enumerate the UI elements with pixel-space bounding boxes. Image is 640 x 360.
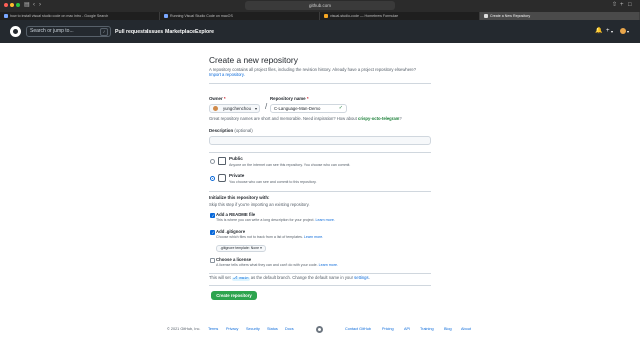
favicon-icon: [4, 14, 8, 18]
new-tab-icon[interactable]: +: [620, 1, 624, 10]
nav-pull-requests[interactable]: Pull requests: [115, 29, 148, 35]
private-radio[interactable]: [210, 176, 215, 181]
divider: [209, 273, 431, 274]
search-input[interactable]: Search or jump to... /: [26, 26, 111, 37]
default-branch-note: This will set ⎇ main as the default bran…: [209, 275, 370, 281]
license-desc: A license tells others what they can and…: [216, 263, 338, 267]
github-header: Search or jump to... / Pull requests Iss…: [0, 20, 640, 43]
repo-public-icon: [218, 157, 226, 165]
browser-chrome: ▤ ‹ › github.com ⇧ + □ how to install vi…: [0, 0, 640, 20]
avatar[interactable]: [620, 28, 626, 34]
plus-caret-icon[interactable]: ▾: [611, 28, 613, 35]
init-title: Initialize this repository with:: [209, 195, 270, 200]
private-desc: You choose who can see and commit to thi…: [229, 180, 317, 184]
owner-label: Owner *: [209, 96, 226, 101]
owner-select[interactable]: yungchenchou ▾: [209, 104, 260, 113]
footer-link-blog[interactable]: Blog: [444, 326, 452, 332]
share-icon[interactable]: ⇧: [612, 1, 617, 10]
repo-name-value: C-Language-Man-Demo: [274, 106, 321, 111]
public-desc: Anyone on the internet can see this repo…: [229, 163, 351, 167]
github-mark-icon[interactable]: [316, 326, 323, 333]
branch-name: ⎇ main: [231, 277, 250, 281]
nav-marketplace[interactable]: Marketplace: [165, 29, 195, 35]
repo-name-label: Repository name *: [270, 96, 309, 101]
repo-name-input[interactable]: C-Language-Man-Demo ✓: [270, 104, 347, 113]
bell-icon[interactable]: 🔔: [595, 28, 602, 35]
readme-desc: This is where you can write a long descr…: [216, 218, 335, 222]
search-hotkey: /: [100, 28, 108, 36]
page-title: Create a new repository: [209, 55, 298, 65]
import-repository-link[interactable]: Import a repository.: [209, 72, 245, 78]
favicon-icon: [324, 14, 328, 18]
favicon-icon: [164, 14, 168, 18]
footer-link-docs[interactable]: Docs: [285, 326, 294, 332]
close-window-icon[interactable]: [4, 3, 8, 7]
settings-link[interactable]: settings: [354, 275, 368, 280]
footer-link-api[interactable]: API: [404, 326, 410, 332]
divider: [209, 152, 431, 153]
footer-link-status[interactable]: Status: [267, 326, 278, 332]
gitignore-desc: Choose which files not to track from a l…: [216, 235, 324, 239]
github-logo-icon[interactable]: [10, 26, 21, 37]
private-title: Private: [229, 173, 245, 178]
tab-label: Create a New Repository: [490, 14, 531, 18]
footer-link-about[interactable]: About: [461, 326, 471, 332]
footer-link-contact[interactable]: Contact GitHub: [345, 326, 371, 332]
footer-link-terms[interactable]: Terms: [208, 326, 218, 332]
lock-icon: [218, 174, 226, 182]
divider: [209, 191, 431, 192]
license-learn-more[interactable]: Learn more.: [319, 263, 338, 267]
tab-bar: how to install visual studio code on mac…: [0, 12, 640, 20]
license-checkbox[interactable]: [210, 258, 215, 263]
footer-link-training[interactable]: Training: [420, 326, 434, 332]
tab-label: how to install visual studio code on mac…: [10, 14, 109, 18]
gitignore-learn-more[interactable]: Learn more.: [304, 235, 323, 239]
create-repository-button[interactable]: Create repository: [211, 291, 257, 300]
tab-overview-icon[interactable]: □: [628, 1, 632, 10]
gitignore-checkbox[interactable]: [210, 230, 215, 235]
search-placeholder: Search or jump to...: [30, 28, 74, 34]
check-icon: ✓: [338, 105, 343, 111]
address-bar[interactable]: github.com: [245, 1, 395, 10]
back-icon[interactable]: ‹: [33, 1, 35, 10]
name-suggestion[interactable]: crispy-octo-telegram: [358, 116, 399, 121]
plus-icon[interactable]: +: [606, 28, 610, 35]
public-radio[interactable]: [210, 159, 215, 164]
description-input[interactable]: [209, 136, 431, 145]
init-desc: Skip this step if you're importing an ex…: [209, 202, 310, 207]
minimize-window-icon[interactable]: [10, 3, 14, 7]
readme-checkbox[interactable]: [210, 213, 215, 218]
description-label: Description (optional): [209, 128, 253, 133]
zoom-window-icon[interactable]: [16, 3, 20, 7]
browser-tab[interactable]: visual-studio-code — Homebrew Formulae: [320, 12, 480, 20]
nav-explore[interactable]: Explore: [195, 29, 214, 35]
readme-learn-more[interactable]: Learn more.: [315, 218, 334, 222]
nav-issues[interactable]: Issues: [147, 29, 163, 35]
forward-icon[interactable]: ›: [39, 1, 41, 10]
repo-name-hint: Great repository names are short and mem…: [209, 116, 402, 121]
address-bar-row: ▤ ‹ › github.com ⇧ + □: [0, 0, 640, 11]
owner-avatar: [213, 106, 218, 111]
tab-label: Running Visual Studio Code on macOS: [170, 14, 233, 18]
footer-copyright: © 2021 GitHub, Inc.: [167, 327, 201, 331]
owner-repo-separator: /: [265, 102, 268, 111]
owner-value: yungchenchou: [223, 106, 251, 111]
divider: [209, 285, 431, 286]
sidebar-icon[interactable]: ▤: [24, 1, 30, 10]
tab-label: visual-studio-code — Homebrew Formulae: [330, 14, 399, 18]
browser-tab[interactable]: Running Visual Studio Code on macOS: [160, 12, 320, 20]
divider: [209, 83, 431, 84]
gitignore-template-select[interactable]: .gitignore template: None ▾: [216, 245, 266, 252]
browser-tab[interactable]: how to install visual studio code on mac…: [0, 12, 160, 20]
footer-link-pricing[interactable]: Pricing: [382, 326, 394, 332]
chevron-down-icon: ▾: [254, 106, 257, 111]
footer: © 2021 GitHub, Inc. Terms Privacy Securi…: [165, 326, 475, 334]
browser-tab-active[interactable]: Create a New Repository: [480, 12, 640, 20]
favicon-icon: [484, 14, 488, 18]
footer-link-privacy[interactable]: Privacy: [226, 326, 238, 332]
avatar-caret-icon[interactable]: ▾: [627, 28, 629, 35]
footer-link-security[interactable]: Security: [246, 326, 260, 332]
public-title: Public: [229, 156, 243, 161]
